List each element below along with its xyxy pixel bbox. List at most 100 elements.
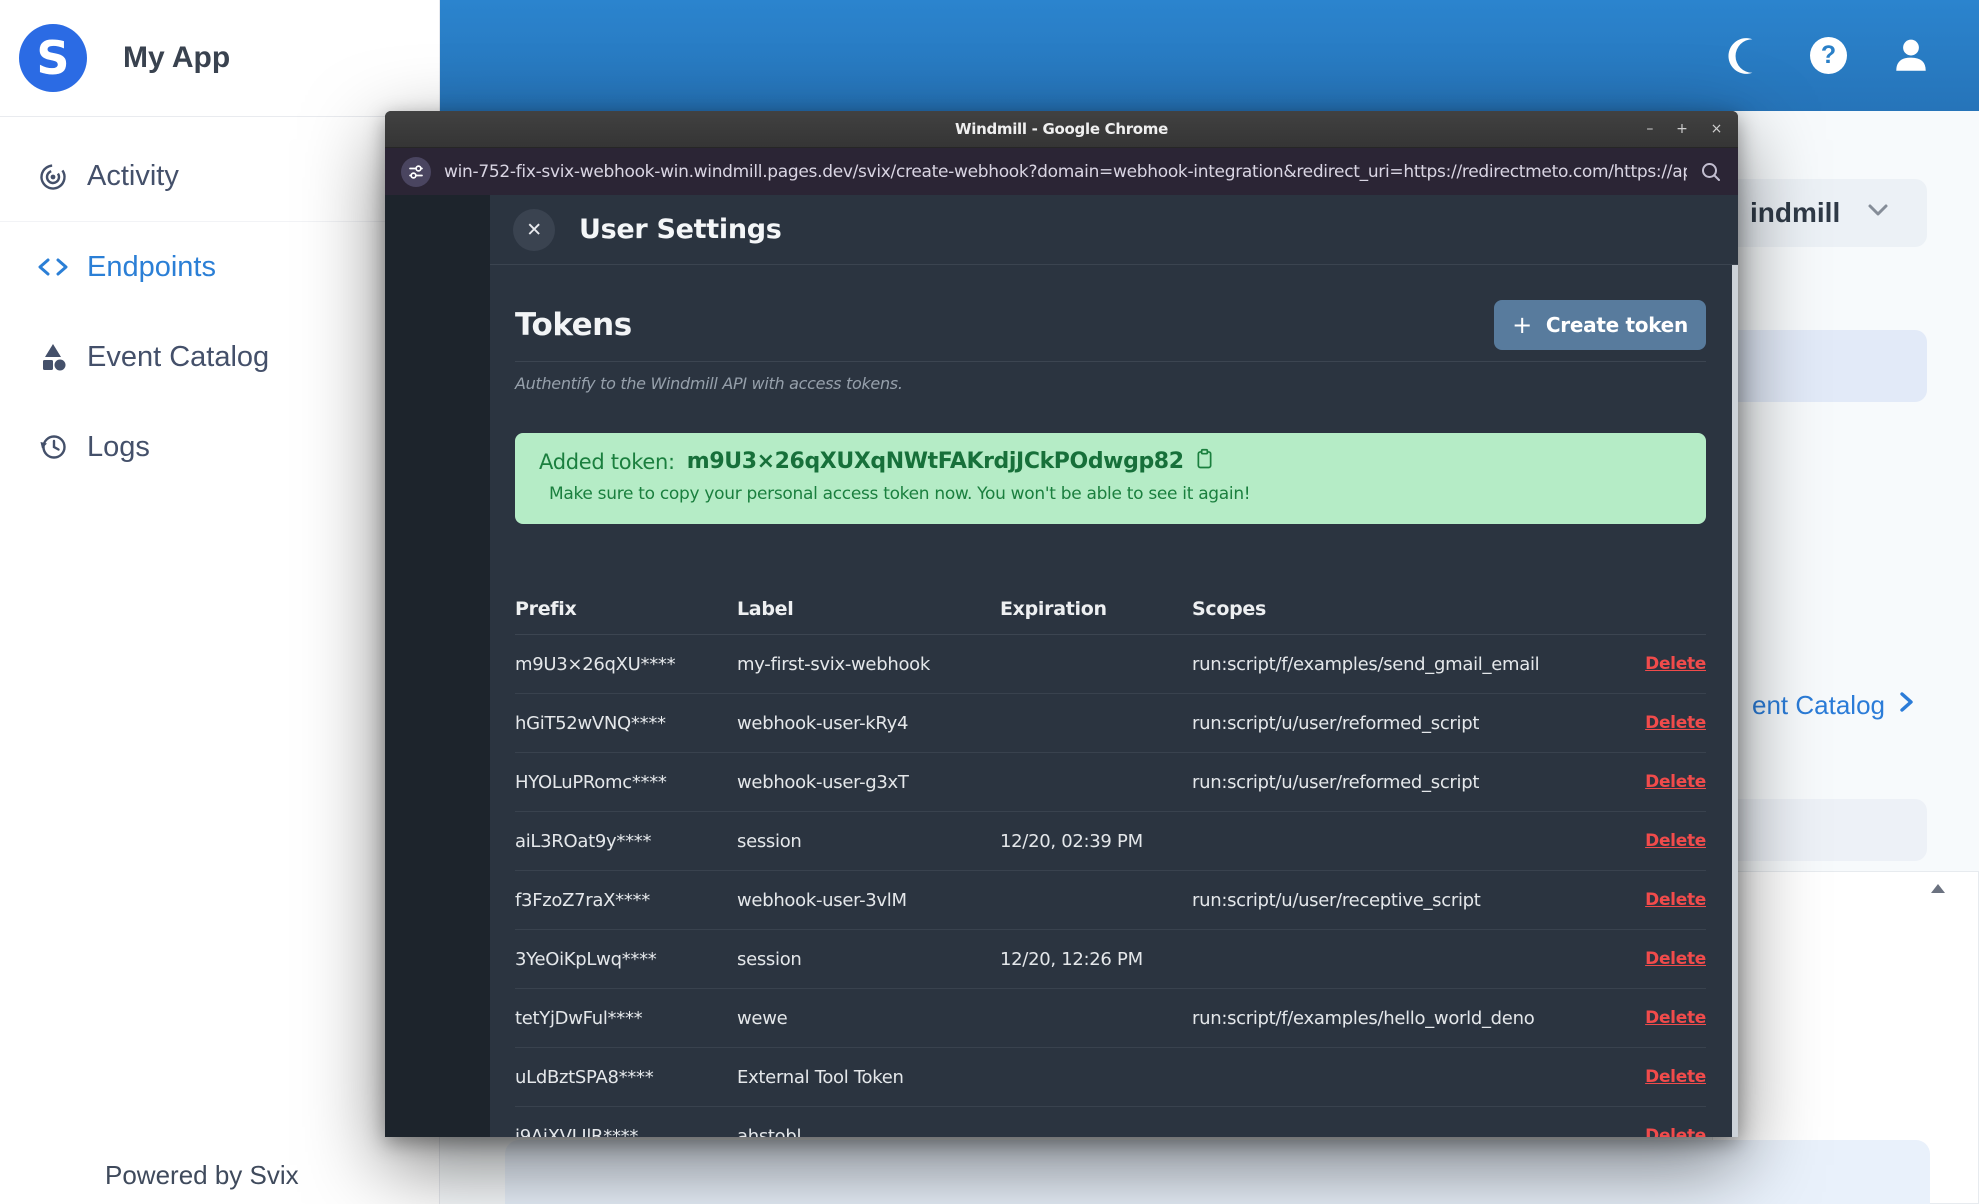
delete-token-link[interactable]: Delete [1645, 1008, 1706, 1028]
sidebar-item-logs[interactable]: Logs [0, 402, 439, 492]
token-prefix: f3FzoZ7raX**** [515, 889, 650, 911]
token-prefix: hGiT52wVNQ**** [515, 712, 666, 734]
workspace-name: indmill [1750, 197, 1841, 228]
background-card [1712, 799, 1927, 861]
sidebar-item-label: Activity [87, 160, 179, 192]
table-row: m9U3×26qXU**** my-first-svix-webhook run… [515, 635, 1706, 694]
token-prefix: m9U3×26qXU**** [515, 653, 676, 675]
table-row: aiL3ROat9y**** session 12/20, 02:39 PM D… [515, 812, 1706, 871]
column-header-expiration: Expiration [1000, 598, 1107, 620]
chrome-window: Windmill - Google Chrome – + × win-752-f… [385, 111, 1738, 1137]
token-prefix: i9AiXVLJlR**** [515, 1125, 639, 1138]
added-token-banner: Added token: m9U3×26qXUXqNWtFAKrdjJCkPOd… [515, 433, 1706, 524]
url-text[interactable]: win-752-fix-svix-webhook-win.windmill.pa… [444, 162, 1687, 182]
tokens-heading: Tokens [515, 307, 632, 343]
token-scopes: run:script/f/examples/hello_world_deno [1192, 1007, 1535, 1029]
sidebar-item-endpoints[interactable]: Endpoints [0, 222, 439, 312]
window-content: ✕ User Settings Tokens + Create token Au… [385, 195, 1738, 1137]
scroll-up-arrow[interactable] [1931, 884, 1945, 893]
delete-token-link[interactable]: Delete [1645, 713, 1706, 733]
banner-note: Make sure to copy your personal access t… [549, 484, 1251, 504]
tokens-table: Prefix Label Expiration Scopes m9U3×26qX… [515, 584, 1706, 1137]
token-label: my-first-svix-webhook [737, 653, 930, 675]
zoom-magnifier-icon[interactable] [1700, 161, 1722, 183]
token-label: webhook-user-kRy4 [737, 712, 909, 734]
token-scopes: run:script/u/user/reformed_script [1192, 712, 1480, 734]
token-scopes: run:script/u/user/reformed_script [1192, 771, 1480, 793]
divider [515, 361, 1706, 362]
token-label: External Tool Token [737, 1066, 904, 1088]
background-card [1712, 330, 1927, 402]
history-icon [33, 431, 73, 463]
code-brackets-icon [33, 252, 73, 282]
background-bottom-band [505, 1140, 1930, 1204]
drawer-title: User Settings [579, 214, 782, 245]
sidebar-item-label: Logs [87, 430, 150, 463]
sidebar-item-event-catalog[interactable]: Event Catalog [0, 312, 439, 402]
address-bar[interactable]: win-752-fix-svix-webhook-win.windmill.pa… [385, 148, 1738, 195]
token-label: webhook-user-3vlM [737, 889, 907, 911]
user-icon[interactable] [1891, 36, 1931, 76]
token-prefix: uLdBztSPA8**** [515, 1066, 654, 1088]
drawer-body: Tokens + Create token Authentify to the … [490, 265, 1738, 1137]
activity-icon [33, 161, 73, 193]
token-label: ahstobl [737, 1125, 802, 1138]
clipboard-icon[interactable] [1196, 448, 1213, 475]
delete-token-link[interactable]: Delete [1645, 772, 1706, 792]
delete-token-link[interactable]: Delete [1645, 654, 1706, 674]
tokens-subtitle: Authentify to the Windmill API with acce… [515, 374, 903, 393]
create-token-button[interactable]: + Create token [1494, 300, 1706, 350]
help-icon[interactable]: ? [1810, 37, 1847, 74]
table-header-row: Prefix Label Expiration Scopes [515, 584, 1706, 634]
token-scopes: run:script/f/examples/send_gmail_email [1192, 653, 1540, 675]
event-catalog-link[interactable]: ent Catalog [1752, 690, 1917, 721]
token-expiration: 12/20, 12:26 PM [1000, 948, 1143, 970]
sidebar-nav: Activity Endpoints Event Catalog Logs [0, 117, 439, 492]
close-window-button[interactable]: × [1711, 122, 1723, 136]
token-label: webhook-user-g3xT [737, 771, 909, 793]
token-prefix: 3YeOiKpLwq**** [515, 948, 657, 970]
column-header-label: Label [737, 598, 794, 620]
delete-token-link[interactable]: Delete [1645, 1126, 1706, 1137]
drawer-header: ✕ User Settings [490, 195, 1738, 265]
table-row: tetYjDwFul**** wewe run:script/f/example… [515, 989, 1706, 1048]
token-value: m9U3×26qXUXqNWtFAKrdjJCkPOdwgp82 [686, 449, 1184, 474]
table-row: hGiT52wVNQ**** webhook-user-kRy4 run:scr… [515, 694, 1706, 753]
delete-token-link[interactable]: Delete [1645, 949, 1706, 969]
token-prefix: HYOLuPRomc**** [515, 771, 667, 793]
close-icon[interactable]: ✕ [513, 208, 555, 251]
chevron-right-icon [1895, 690, 1917, 721]
token-expiration: 12/20, 02:39 PM [1000, 830, 1143, 852]
token-label: session [737, 830, 802, 852]
sidebar-item-activity[interactable]: Activity [0, 132, 439, 222]
token-prefix: tetYjDwFul**** [515, 1007, 643, 1029]
delete-token-link[interactable]: Delete [1645, 831, 1706, 851]
moon-icon[interactable] [1724, 35, 1766, 77]
svix-logo: S [19, 24, 87, 92]
table-rows: m9U3×26qXU**** my-first-svix-webhook run… [515, 635, 1706, 1137]
powered-by-svix: Powered by Svix [105, 1160, 299, 1190]
token-label: wewe [737, 1007, 788, 1029]
plus-icon: + [1512, 311, 1532, 339]
token-scopes: run:script/u/user/receptive_script [1192, 889, 1481, 911]
maximize-button[interactable]: + [1676, 122, 1688, 136]
delete-token-link[interactable]: Delete [1645, 890, 1706, 910]
minimize-button[interactable]: – [1646, 122, 1653, 136]
table-row: i9AiXVLJlR**** ahstobl Delete [515, 1107, 1706, 1138]
sidebar: S My App Activity Endpoints Event Catalo… [0, 0, 440, 1204]
sidebar-item-label: Endpoints [87, 250, 216, 283]
column-header-prefix: Prefix [515, 598, 577, 620]
modal-scrollbar[interactable] [1732, 265, 1738, 1137]
column-header-scopes: Scopes [1192, 598, 1266, 620]
workspace-selector[interactable]: indmill [1712, 179, 1927, 247]
table-row: uLdBztSPA8**** External Tool Token Delet… [515, 1048, 1706, 1107]
window-titlebar[interactable]: Windmill - Google Chrome – + × [385, 111, 1738, 148]
table-row: f3FzoZ7raX**** webhook-user-3vlM run:scr… [515, 871, 1706, 930]
sidebar-item-label: Event Catalog [87, 340, 270, 373]
delete-token-link[interactable]: Delete [1645, 1067, 1706, 1087]
site-settings-icon[interactable] [401, 156, 431, 187]
chevron-down-icon [1866, 197, 1890, 229]
table-row: 3YeOiKpLwq**** session 12/20, 12:26 PM D… [515, 930, 1706, 989]
window-controls: – + × [1646, 122, 1722, 136]
user-settings-drawer: ✕ User Settings Tokens + Create token Au… [490, 195, 1738, 1137]
